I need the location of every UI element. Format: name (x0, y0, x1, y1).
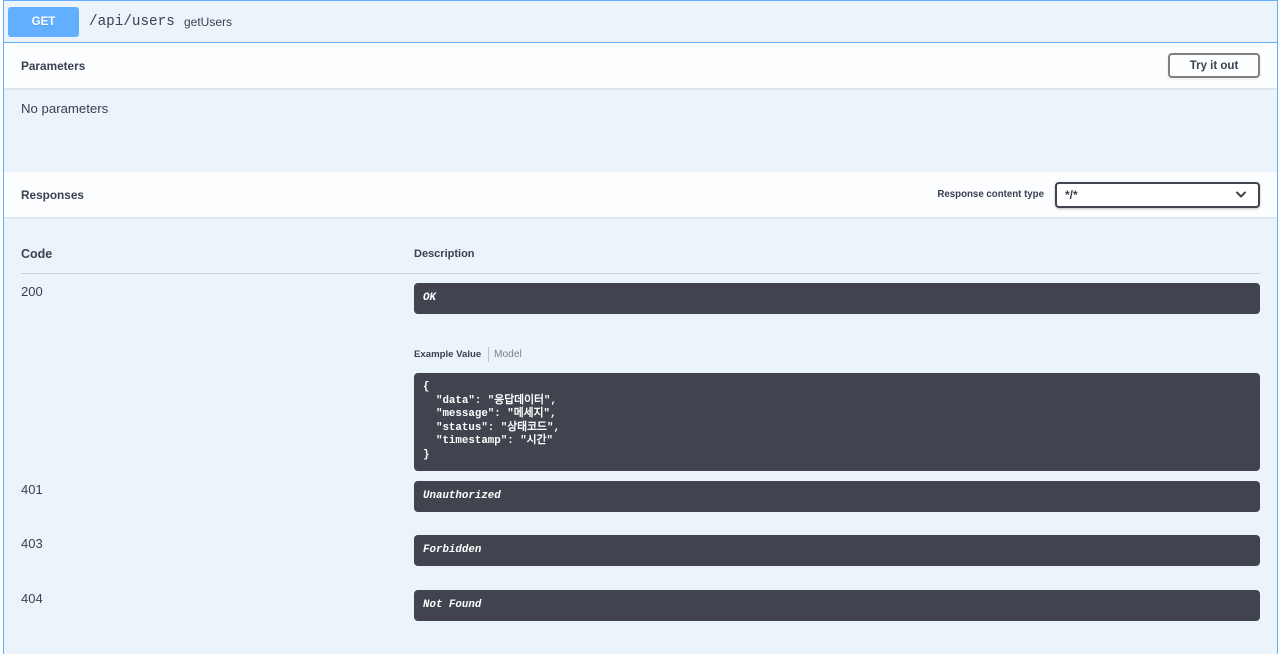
response-description: Not Found (414, 590, 1260, 621)
response-code: 404 (21, 591, 43, 606)
tab-example-value[interactable]: Example Value (414, 348, 481, 362)
responses-header: Responses Response content type */* (4, 172, 1277, 217)
table-header-divider (21, 273, 1260, 274)
response-content-type-label: Response content type (937, 189, 1044, 200)
response-content-type: Response content type */* (937, 181, 1260, 208)
response-description: OK (414, 283, 1260, 314)
chevron-down-icon (1236, 191, 1246, 197)
parameters-header: Parameters Try it out (4, 43, 1277, 88)
operation-id: getUsers (184, 15, 233, 29)
response-code: 200 (21, 284, 43, 299)
operation-block-get-users: GET /api/users getUsers Parameters Try i… (3, 0, 1278, 654)
method-badge: GET (8, 7, 79, 37)
operation-summary[interactable]: GET /api/users getUsers (4, 1, 1277, 43)
response-code: 403 (21, 536, 43, 551)
example-tabs: Example Value Model (414, 347, 544, 362)
try-it-out-button[interactable]: Try it out (1168, 53, 1260, 78)
column-header-description: Description (414, 248, 475, 260)
response-code: 401 (21, 482, 43, 497)
tab-model[interactable]: Model (494, 348, 522, 362)
no-parameters-text: No parameters (21, 101, 109, 116)
response-description: Unauthorized (414, 481, 1260, 512)
example-value-code: { "data": "응답데이터", "message": "메세지", "st… (414, 373, 1260, 471)
parameters-title: Parameters (21, 58, 86, 73)
response-description: Forbidden (414, 535, 1260, 566)
response-content-type-select[interactable]: */* (1055, 181, 1260, 208)
responses-title: Responses (21, 187, 84, 202)
responses-table: Code Description 200 OK Example Value Mo… (4, 217, 1277, 654)
column-header-code: Code (21, 247, 53, 261)
operation-path: /api/users (89, 14, 175, 30)
content-type-selected-value: */* (1065, 187, 1078, 202)
tab-divider (488, 347, 489, 362)
parameters-body: No parameters (4, 88, 1277, 172)
